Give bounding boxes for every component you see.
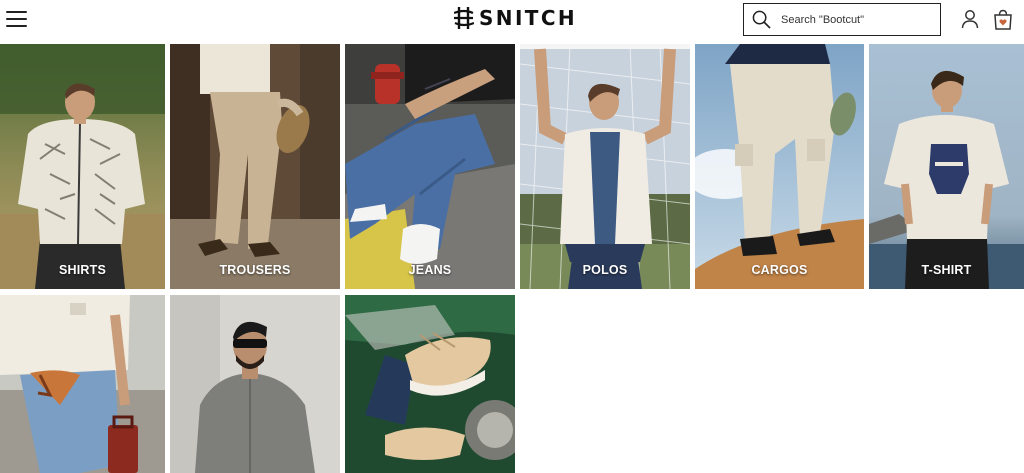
hamburger-menu-icon[interactable]	[6, 10, 28, 28]
search-bar[interactable]	[743, 3, 941, 36]
brand-logo[interactable]: SNITCH	[454, 5, 577, 31]
category-label: TROUSERS	[219, 263, 291, 277]
category-tile-jeans[interactable]: JEANS	[345, 44, 515, 289]
shopping-bag-icon[interactable]	[993, 9, 1013, 30]
category-label: SHIRTS	[58, 263, 107, 277]
category-label: T-SHIRT	[921, 263, 972, 277]
category-label: POLOS	[582, 263, 628, 277]
logo-mark-icon	[454, 7, 474, 29]
search-icon[interactable]	[752, 10, 771, 29]
tshirt-category-image	[869, 44, 1024, 289]
category-tile-tshirt[interactable]: T-SHIRT	[869, 44, 1024, 289]
category-tile-polos[interactable]: POLOS	[520, 44, 690, 289]
category-tile-shirts[interactable]: SHIRTS	[0, 44, 165, 289]
category-tile-trousers[interactable]: TROUSERS	[170, 44, 340, 289]
cargos-category-image	[695, 44, 864, 289]
brand-name: SNITCH	[479, 6, 578, 30]
category-label: CARGOS	[751, 263, 808, 277]
polos-category-image	[520, 44, 690, 289]
category-image-9	[345, 295, 515, 473]
category-image-8	[170, 295, 340, 473]
category-tile-cargos[interactable]: CARGOS	[695, 44, 864, 289]
shirts-category-image	[0, 44, 165, 289]
category-tile-8[interactable]	[170, 295, 340, 473]
site-header: SNITCH	[0, 0, 1024, 44]
category-image-7	[0, 295, 165, 473]
jeans-category-image	[345, 44, 515, 289]
category-tile-9[interactable]	[345, 295, 515, 473]
category-tile-7[interactable]	[0, 295, 165, 473]
user-icon[interactable]	[960, 9, 980, 29]
category-label: JEANS	[408, 263, 452, 277]
search-input[interactable]	[781, 13, 931, 26]
trousers-category-image	[170, 44, 340, 289]
